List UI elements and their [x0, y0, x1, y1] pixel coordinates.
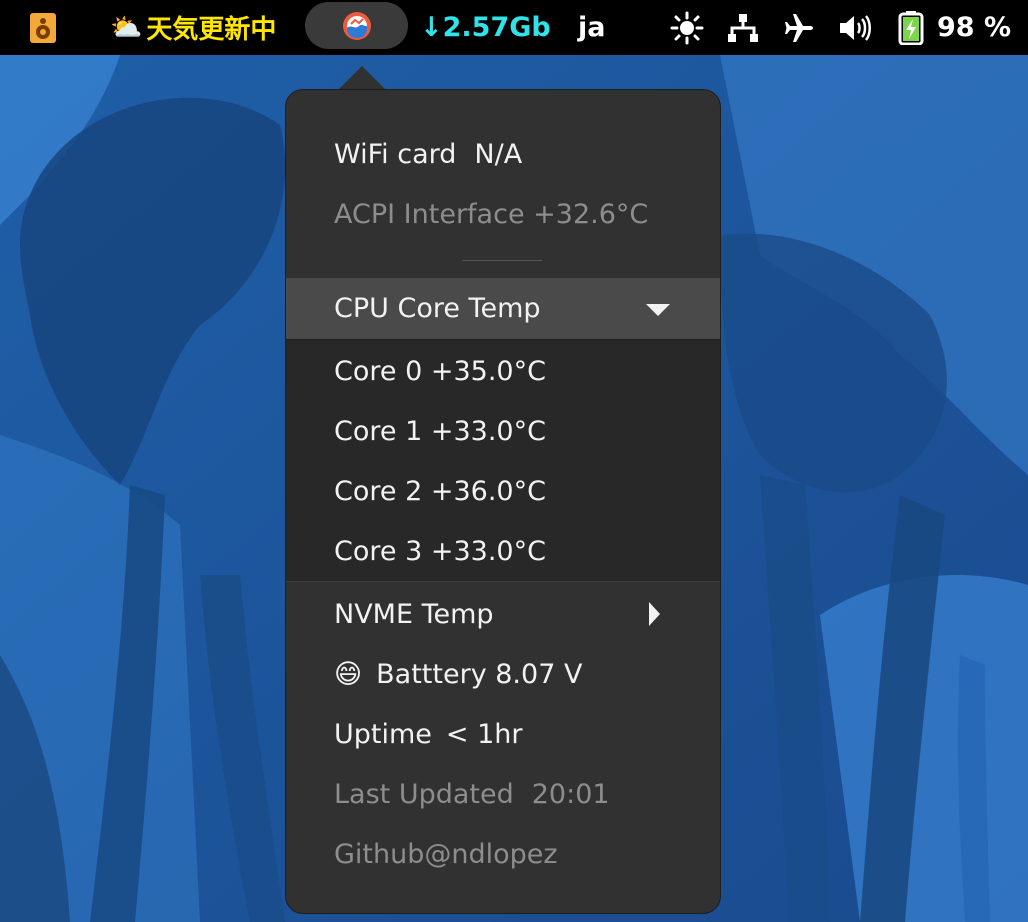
last-updated-label: Last Updated: [334, 778, 514, 810]
core-temp-text: Core 0 +35.0°C: [334, 355, 546, 387]
cpu-core-temp-label: CPU Core Temp: [334, 293, 541, 324]
core-temp-text: Core 2 +36.0°C: [334, 475, 546, 507]
wired-network-icon[interactable]: [727, 0, 759, 55]
volume-icon[interactable]: [838, 0, 872, 55]
menu-separator: [462, 260, 542, 261]
github-link-text: Github@ndlopez: [334, 838, 558, 870]
expand-arrow-icon: [646, 304, 670, 316]
acpi-interface-text: ACPI Interface +32.6°C: [334, 198, 649, 230]
battery-voltage-item[interactable]: 😄 Batttery 8.07 V: [286, 644, 720, 704]
core-temp-text: Core 3 +33.0°C: [334, 535, 546, 567]
battery-percentage[interactable]: 98 %: [937, 0, 1011, 55]
input-language-indicator[interactable]: ja: [578, 0, 605, 55]
cpu-core-temp-submenu: Core 0 +35.0°C Core 1 +33.0°C Core 2 +36…: [286, 339, 720, 582]
acpi-interface-item: ACPI Interface +32.6°C: [286, 184, 720, 244]
nvme-temp-submenu-header[interactable]: NVME Temp: [286, 584, 720, 644]
core-1-item[interactable]: Core 1 +33.0°C: [286, 401, 720, 461]
battery-charging-icon[interactable]: [898, 0, 924, 55]
uptime-value: < 1hr: [445, 718, 523, 750]
popup-pointer: [338, 66, 386, 90]
smiling-face-icon: 😄: [334, 658, 363, 690]
submenu-arrow-icon: [649, 602, 660, 626]
wifi-card-item[interactable]: WiFi card N/A: [286, 124, 720, 184]
last-updated-value: 20:01: [531, 778, 610, 810]
core-2-item[interactable]: Core 2 +36.0°C: [286, 461, 720, 521]
airplane-mode-icon[interactable]: [783, 0, 815, 55]
sensor-extension-icon: [342, 11, 371, 40]
speaker-app-icon[interactable]: [30, 0, 62, 55]
battery-voltage-text: Batttery 8.07 V: [376, 658, 583, 690]
cpu-core-temp-submenu-header[interactable]: CPU Core Temp: [286, 278, 720, 339]
last-updated-item: Last Updated 20:01: [286, 764, 720, 824]
weather-indicator[interactable]: ⛅ 天気更新中: [110, 0, 276, 55]
core-0-item[interactable]: Core 0 +35.0°C: [286, 341, 720, 401]
github-link[interactable]: Github@ndlopez: [286, 824, 720, 884]
sensor-extension-button[interactable]: [305, 2, 408, 49]
uptime-label: Uptime: [334, 718, 432, 750]
weather-status-text: 天気更新中: [146, 15, 277, 45]
core-3-item[interactable]: Core 3 +33.0°C: [286, 521, 720, 581]
sun-behind-cloud-icon: ⛅: [110, 12, 143, 43]
uptime-item[interactable]: Uptime < 1hr: [286, 704, 720, 764]
sensors-popup-menu: WiFi card N/A ACPI Interface +32.6°C CPU…: [285, 89, 721, 914]
wifi-card-label: WiFi card: [334, 138, 457, 170]
core-temp-text: Core 1 +33.0°C: [334, 415, 546, 447]
brightness-icon[interactable]: [670, 0, 704, 55]
wifi-card-value: N/A: [474, 138, 523, 170]
network-speed-indicator[interactable]: ↓2.57Gb: [420, 0, 551, 55]
nvme-temp-label: NVME Temp: [334, 598, 494, 630]
top-panel: ⛅ 天気更新中 ↓2.57Gb ja 98 %: [0, 0, 1028, 55]
